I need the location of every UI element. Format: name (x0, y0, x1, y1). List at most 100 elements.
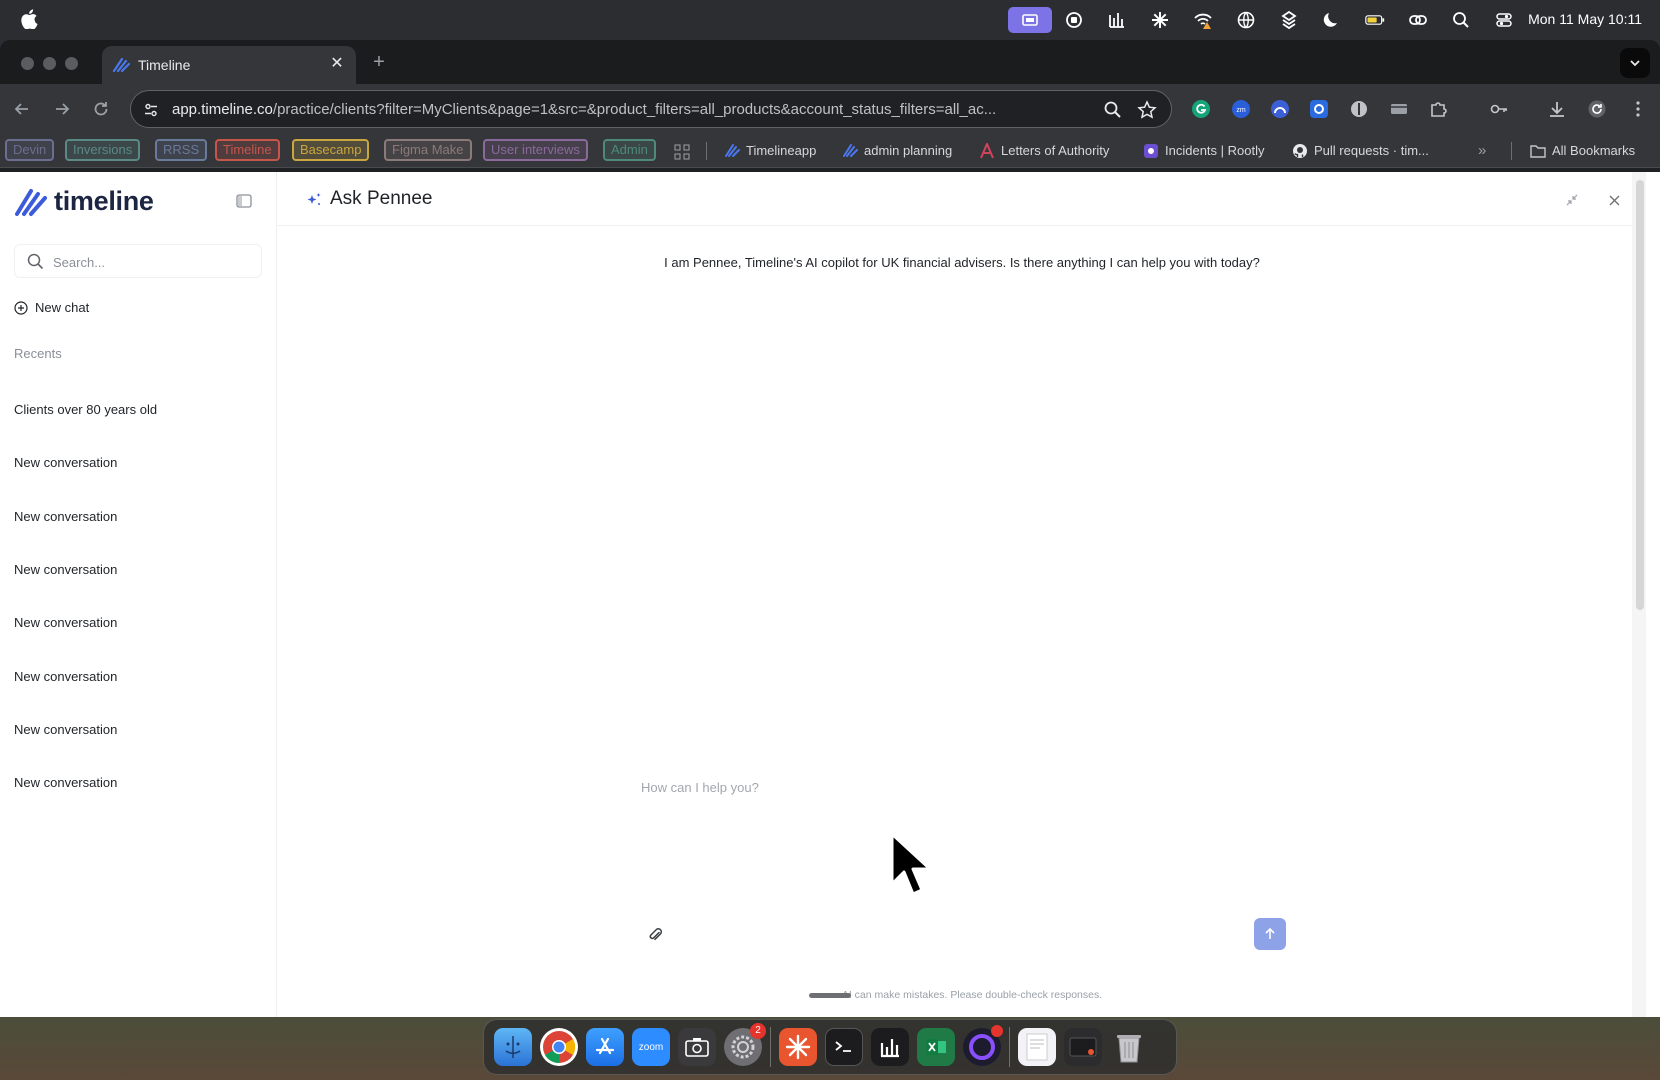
vertical-scrollbar-track[interactable] (1632, 172, 1646, 1017)
kebab-menu-icon[interactable] (1628, 99, 1648, 119)
paperclip-icon[interactable] (646, 926, 664, 944)
profile-sync-icon[interactable] (1587, 99, 1607, 119)
bookmark-timelineapp[interactable]: Timelineapp (724, 141, 816, 161)
menubar-clock[interactable]: Mon 11 May 10:11 (1528, 0, 1642, 39)
wifi-warning-icon[interactable] (1181, 0, 1224, 39)
claude-app-icon[interactable] (779, 1028, 817, 1066)
app-store-icon[interactable] (586, 1028, 624, 1066)
sparkle-icon[interactable] (1138, 0, 1181, 39)
bookmark-folder-timeline[interactable]: Timeline (215, 139, 280, 161)
message-input[interactable] (641, 780, 1241, 840)
history-item[interactable]: New conversation (14, 455, 117, 470)
vertical-scrollbar-thumb[interactable] (1636, 180, 1644, 610)
zoom-app-label: zoom (638, 1041, 664, 1053)
bookmark-folder-basecamp[interactable]: Basecamp (292, 139, 370, 161)
spotlight-search-icon[interactable] (1439, 0, 1482, 39)
screen-share-icon[interactable] (1008, 6, 1052, 33)
record-icon[interactable] (1052, 0, 1095, 39)
history-item[interactable]: New conversation (14, 722, 117, 737)
chrome-icon[interactable] (540, 1028, 578, 1066)
arc-extension-icon[interactable] (1270, 99, 1290, 119)
downloads-icon[interactable] (1547, 99, 1567, 119)
zoom-search-icon[interactable] (1103, 100, 1123, 120)
history-item[interactable]: Clients over 80 years old (14, 402, 157, 417)
vpn-globe-icon[interactable] (1224, 0, 1267, 39)
link-icon[interactable] (1396, 0, 1439, 39)
finder-icon[interactable] (494, 1028, 532, 1066)
tab-strip: Timeline ✕ + (0, 40, 1660, 84)
puzzle-extensions-icon[interactable] (1428, 99, 1448, 119)
bookmark-incidents-rootly[interactable]: Incidents | Rootly (1143, 141, 1264, 161)
bookmark-star-icon[interactable] (1137, 100, 1157, 120)
battery-icon[interactable] (1353, 0, 1396, 39)
reload-button[interactable] (89, 97, 113, 121)
macos-menubar: Mon 11 May 10:11 (0, 0, 1660, 39)
bookmark-folder-devin[interactable]: Devin (5, 139, 55, 161)
zoom-extension-icon[interactable]: zm (1231, 99, 1251, 119)
excel-icon[interactable] (917, 1028, 955, 1066)
notification-dot (991, 1025, 1003, 1037)
history-item[interactable]: New conversation (14, 669, 117, 684)
send-button[interactable] (1254, 918, 1286, 950)
bookmark-folder-figma-make[interactable]: Figma Make (384, 139, 472, 161)
apple-icon[interactable] (20, 9, 38, 29)
bookmark-admin-planning[interactable]: admin planning (842, 141, 952, 161)
close-tab-icon[interactable]: ✕ (328, 55, 346, 73)
new-chat-button[interactable]: New chat (14, 300, 89, 315)
new-tab-button[interactable]: + (368, 51, 390, 73)
back-button[interactable] (10, 97, 34, 121)
gear-extension-icon[interactable] (1309, 99, 1329, 119)
history-item[interactable]: New conversation (14, 615, 117, 630)
history-item[interactable]: New conversation (14, 562, 117, 577)
zoom-app-icon[interactable]: zoom (632, 1028, 670, 1066)
close-panel-button[interactable] (1606, 192, 1622, 208)
history-item[interactable]: New conversation (14, 775, 117, 790)
passwords-key-icon[interactable] (1489, 99, 1509, 119)
bookmark-folder-inversions[interactable]: Inversions (65, 139, 141, 161)
terminal-icon[interactable] (825, 1028, 863, 1066)
timeline-logo[interactable]: timeline (14, 186, 154, 217)
minimize-panel-button[interactable] (1564, 192, 1580, 208)
url-text[interactable]: app.timeline.co/practice/clients?filter=… (172, 101, 1052, 118)
arc-browser-icon[interactable] (963, 1025, 1003, 1066)
bookmark-letters-of-authority[interactable]: Letters of Authority (979, 141, 1109, 161)
bookmark-pull-requests[interactable]: Pull requests · tim... (1292, 141, 1429, 161)
drawer-drag-handle[interactable] (809, 993, 851, 998)
bookmarks-overflow-chevron-icon[interactable]: » (1478, 142, 1486, 159)
site-info-icon[interactable] (139, 98, 163, 122)
card-extension-icon[interactable] (1389, 99, 1409, 119)
trash-icon[interactable] (1110, 1028, 1148, 1066)
moon-icon[interactable] (1310, 0, 1353, 39)
tab-timeline[interactable]: Timeline ✕ (102, 46, 356, 84)
stack-icon[interactable] (1267, 0, 1310, 39)
conversation-search[interactable] (14, 244, 262, 278)
system-settings-icon[interactable]: 2 (724, 1023, 766, 1066)
apps-grid-icon[interactable] (674, 144, 690, 160)
privacy-extension-icon[interactable] (1349, 99, 1369, 119)
activity-bars-icon[interactable] (1095, 0, 1138, 39)
address-bar[interactable]: app.timeline.co/practice/clients?filter=… (130, 90, 1172, 128)
arrow-left-icon (14, 103, 28, 115)
bookmark-folder-admin[interactable]: Admin (603, 139, 656, 161)
window-minimize-button[interactable] (43, 57, 56, 70)
grammarly-extension-icon[interactable] (1191, 99, 1211, 119)
forward-button[interactable] (50, 97, 74, 121)
control-center-icon[interactable] (1482, 0, 1525, 39)
bookmark-folder-user-interviews[interactable]: User interviews (483, 139, 588, 161)
window-thumbnail-icon[interactable] (1064, 1028, 1102, 1066)
browser-toolbar: app.timeline.co/practice/clients?filter=… (0, 84, 1660, 134)
activity-monitor-icon[interactable] (871, 1028, 909, 1066)
screenshot-icon[interactable] (678, 1028, 716, 1066)
folder-icon (1530, 145, 1546, 158)
window-close-button[interactable] (21, 57, 34, 70)
tab-search-button[interactable] (1620, 48, 1650, 78)
chat-header: Ask Pennee (277, 172, 1646, 226)
window-zoom-button[interactable] (65, 57, 78, 70)
all-bookmarks-folder[interactable]: All Bookmarks (1530, 141, 1635, 161)
sidebar-toggle-icon[interactable] (236, 194, 252, 208)
recents-heading: Recents (14, 346, 62, 361)
history-item[interactable]: New conversation (14, 509, 117, 524)
document-thumbnail-icon[interactable] (1018, 1028, 1056, 1066)
bookmark-folder-rrss[interactable]: RRSS (155, 139, 208, 161)
search-input[interactable] (53, 251, 253, 273)
